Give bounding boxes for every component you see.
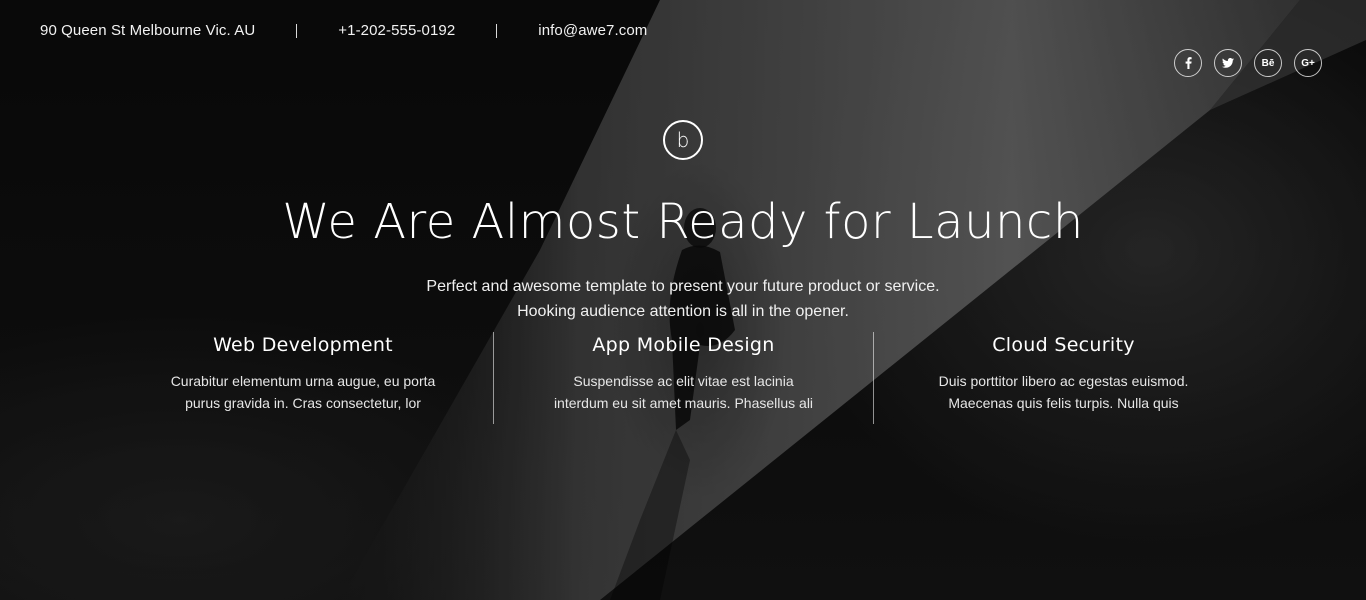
twitter-icon[interactable]: [1214, 49, 1242, 77]
google-plus-icon[interactable]: G+: [1294, 49, 1322, 77]
feature-description: Duis porttitor libero ac egestas euismod…: [929, 370, 1199, 414]
feature-description-line: Suspendisse ac elit vitae est lacinia: [573, 373, 794, 389]
feature-web-development: Web Development Curabitur elementum urna…: [113, 332, 493, 424]
facebook-icon[interactable]: [1174, 49, 1202, 77]
behance-icon[interactable]: Bē: [1254, 49, 1282, 77]
feature-app-mobile-design: App Mobile Design Suspendisse ac elit vi…: [493, 332, 873, 424]
feature-description-line: purus gravida in. Cras consectetur, lor: [185, 395, 421, 411]
feature-description-line: interdum eu sit amet mauris. Phasellus a…: [553, 395, 814, 411]
features-row: Web Development Curabitur elementum urna…: [113, 332, 1253, 424]
page-title: We Are Almost Ready for Launch: [282, 194, 1084, 250]
brand-logo[interactable]: b: [663, 120, 703, 160]
social-links: Bē G+: [1174, 49, 1322, 77]
feature-description: Suspendisse ac elit vitae est lacinia in…: [549, 370, 819, 414]
contact-info-bar: 90 Queen St Melbourne Vic. AU +1-202-555…: [40, 22, 647, 39]
hero-subtext-line: Perfect and awesome template to present …: [426, 278, 940, 295]
divider: [296, 23, 298, 38]
logo-letter: b: [676, 128, 690, 152]
feature-description-line: Duis porttitor libero ac egestas euismod…: [938, 373, 1189, 389]
feature-cloud-security: Cloud Security Duis porttitor libero ac …: [873, 332, 1253, 424]
behance-icon-glyph: Bē: [1261, 57, 1275, 69]
google-plus-icon-glyph: G+: [1301, 57, 1315, 69]
feature-description: Curabitur elementum urna augue, eu porta…: [168, 370, 438, 414]
address-text: 90 Queen St Melbourne Vic. AU: [40, 22, 256, 39]
feature-title: App Mobile Design: [592, 334, 775, 356]
feature-description-line: Curabitur elementum urna augue, eu porta: [170, 373, 436, 389]
feature-title: Web Development: [213, 334, 393, 356]
divider: [496, 23, 498, 38]
email-link[interactable]: info@awe7.com: [538, 22, 647, 39]
hero-subtext-line: Hooking audience attention is all in the…: [517, 303, 849, 320]
phone-text[interactable]: +1-202-555-0192: [338, 22, 455, 39]
feature-description-line: Maecenas quis felis turpis. Nulla quis: [948, 395, 1179, 411]
feature-title: Cloud Security: [992, 334, 1135, 356]
hero-subtext: Perfect and awesome template to present …: [0, 274, 1366, 324]
